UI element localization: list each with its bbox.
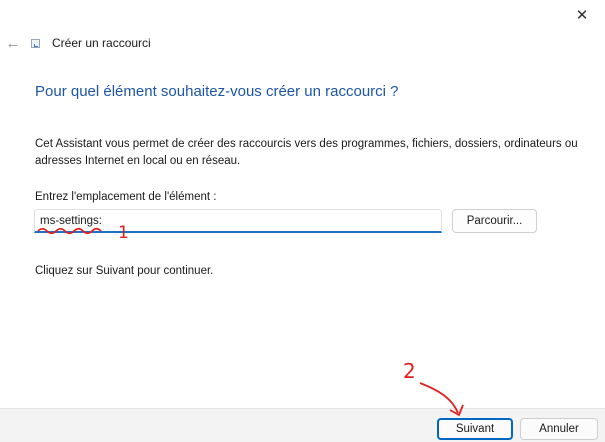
next-button[interactable]: Suivant <box>437 418 513 440</box>
shortcut-icon <box>31 39 40 48</box>
cancel-button[interactable]: Annuler <box>520 418 598 440</box>
close-button[interactable]: ✕ <box>559 0 605 30</box>
page-heading: Pour quel élément souhaitez-vous créer u… <box>35 83 399 100</box>
location-label: Entrez l'emplacement de l'élément : <box>35 191 217 203</box>
hint-text: Cliquez sur Suivant pour continuer. <box>35 265 214 277</box>
back-button[interactable]: ← <box>2 33 24 53</box>
annotation-marker-2: 2 <box>403 359 416 383</box>
browse-button[interactable]: Parcourir... <box>452 209 537 233</box>
close-icon: ✕ <box>575 7 589 24</box>
window-title: Créer un raccourci <box>52 36 151 50</box>
footer-bar <box>0 408 605 442</box>
description-text: Cet Assistant vous permet de créer des r… <box>35 138 578 167</box>
location-input[interactable] <box>34 209 442 233</box>
back-arrow-icon: ← <box>5 34 21 52</box>
